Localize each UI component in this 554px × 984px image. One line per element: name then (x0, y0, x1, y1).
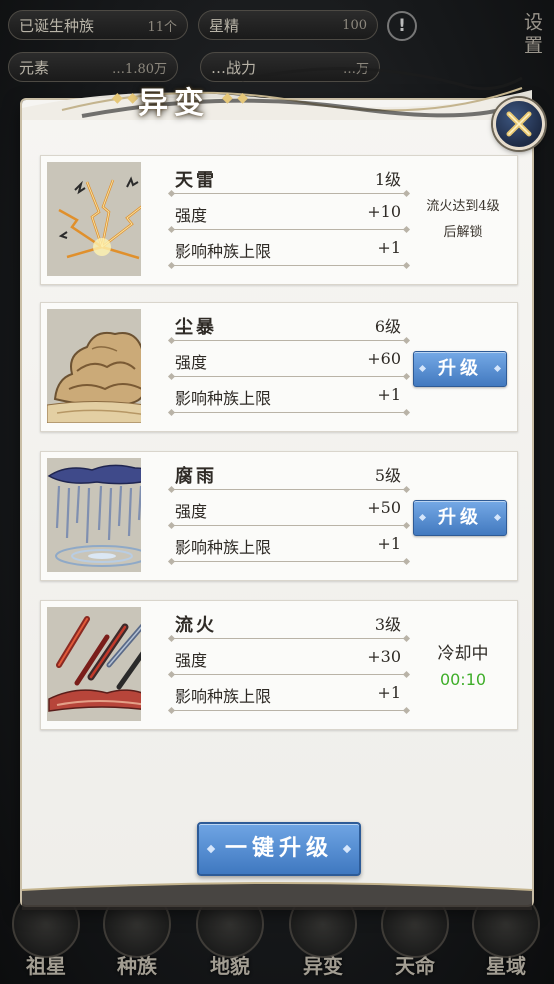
cap-value: +1 (377, 534, 401, 553)
name-row: 流火 3级 (171, 603, 407, 639)
cap-label: 影响种族上限 (175, 538, 272, 557)
strength-row: 强度 +10 (171, 194, 407, 230)
mutation-level: 3级 (374, 615, 401, 634)
alert-icon[interactable]: ! (387, 11, 417, 41)
strength-row: 强度 +50 (171, 490, 407, 526)
unlock-condition-line1: 流火达到4级 (426, 199, 500, 214)
born-species-counter: 已诞生种族 11个 (8, 10, 188, 40)
button-ornament-left-icon (206, 844, 216, 854)
mutation-name: 流火 (175, 615, 217, 636)
mutation-name: 尘暴 (175, 317, 217, 338)
name-row: 天雷 1级 (171, 158, 407, 194)
mutation-card-thunder: 天雷 1级 强度 +10 影响种族上限 +1 流火达到4级 后解锁 (40, 155, 518, 285)
cap-value: +1 (377, 683, 401, 702)
mutation-card-acid-rain: 腐雨 5级 强度 +50 影响种族上限 +1 升级 (40, 451, 518, 581)
divider (171, 412, 407, 413)
panel-title: 异变 (138, 86, 210, 121)
strength-value: +50 (367, 498, 401, 517)
cap-label: 影响种族上限 (175, 242, 272, 261)
strength-label: 强度 (175, 502, 208, 521)
strength-value: +60 (367, 349, 401, 368)
mutation-card-dust-storm: 尘暴 6级 强度 +60 影响种族上限 +1 升级 (40, 302, 518, 432)
name-row: 腐雨 5级 (171, 454, 407, 490)
cap-value: +1 (377, 238, 401, 257)
strength-value: +10 (367, 202, 401, 221)
divider (171, 265, 407, 266)
button-ornament-right-icon (342, 844, 352, 854)
unlock-condition: 流火达到4级 后解锁 (413, 194, 513, 246)
upgrade-button-label: 升级 (438, 507, 482, 528)
star-essence-value: 100 (342, 17, 367, 33)
cap-row: 影响种族上限 +1 (171, 230, 407, 266)
cap-row: 影响种族上限 +1 (171, 675, 407, 711)
mutation-name: 天雷 (175, 170, 217, 191)
close-button[interactable] (493, 98, 545, 150)
unlock-condition-line2: 后解锁 (443, 225, 483, 240)
mutation-level: 5级 (374, 466, 401, 485)
born-species-label: 已诞生种族 (19, 16, 95, 35)
cap-label: 影响种族上限 (175, 389, 272, 408)
name-row: 尘暴 6级 (171, 305, 407, 341)
cap-row: 影响种族上限 +1 (171, 526, 407, 562)
mutation-card-meteor-fire: 流火 3级 强度 +30 影响种族上限 +1 冷却中 00:10 (40, 600, 518, 730)
star-essence-label: 星精 (209, 16, 240, 35)
divider (171, 561, 407, 562)
power-counter: …战力 …万 (200, 52, 380, 82)
cap-row: 影响种族上限 +1 (171, 377, 407, 413)
one-click-upgrade-button[interactable]: 一键升级 (197, 822, 361, 876)
mutation-level: 6级 (374, 317, 401, 336)
divider (171, 710, 407, 711)
card-image-frame (141, 607, 163, 721)
cap-value: +1 (377, 385, 401, 404)
close-icon (506, 111, 532, 137)
button-ornament-left-icon (418, 364, 427, 373)
element-value: …1.80万 (112, 61, 167, 77)
strength-label: 强度 (175, 353, 208, 372)
button-ornament-left-icon (418, 513, 427, 522)
upgrade-button-label: 升级 (438, 358, 482, 379)
strength-row: 强度 +60 (171, 341, 407, 377)
mutation-name: 腐雨 (175, 466, 217, 487)
strength-row: 强度 +30 (171, 639, 407, 675)
upgrade-button[interactable]: 升级 (413, 500, 507, 536)
cap-label: 影响种族上限 (175, 687, 272, 706)
one-click-upgrade-label: 一键升级 (224, 836, 333, 861)
card-image-frame (141, 458, 163, 572)
card-image-frame (141, 309, 163, 423)
title-ornament-left-icon: ◆ ◆ (112, 90, 138, 106)
button-ornament-right-icon (493, 364, 502, 373)
born-species-value: 11个 (147, 19, 177, 35)
cooldown-timer: 00:10 (439, 670, 487, 689)
upgrade-button[interactable]: 升级 (413, 351, 507, 387)
strength-label: 强度 (175, 206, 208, 225)
title-ornament-right-icon: ◆ ◆ (222, 90, 248, 106)
mutation-level: 1级 (374, 170, 401, 189)
strength-label: 强度 (175, 651, 208, 670)
cooldown-label: 冷却中 (437, 644, 489, 664)
settings-button[interactable]: 设置 (519, 12, 546, 58)
power-label: …战力 (211, 58, 257, 77)
star-essence-counter: 星精 100 (198, 10, 378, 40)
strength-value: +30 (367, 647, 401, 666)
cooldown-status: 冷却中 00:10 (413, 639, 513, 689)
element-label: 元素 (19, 58, 50, 77)
button-ornament-right-icon (493, 513, 502, 522)
power-value: …万 (342, 61, 369, 77)
card-image-frame (141, 162, 163, 276)
